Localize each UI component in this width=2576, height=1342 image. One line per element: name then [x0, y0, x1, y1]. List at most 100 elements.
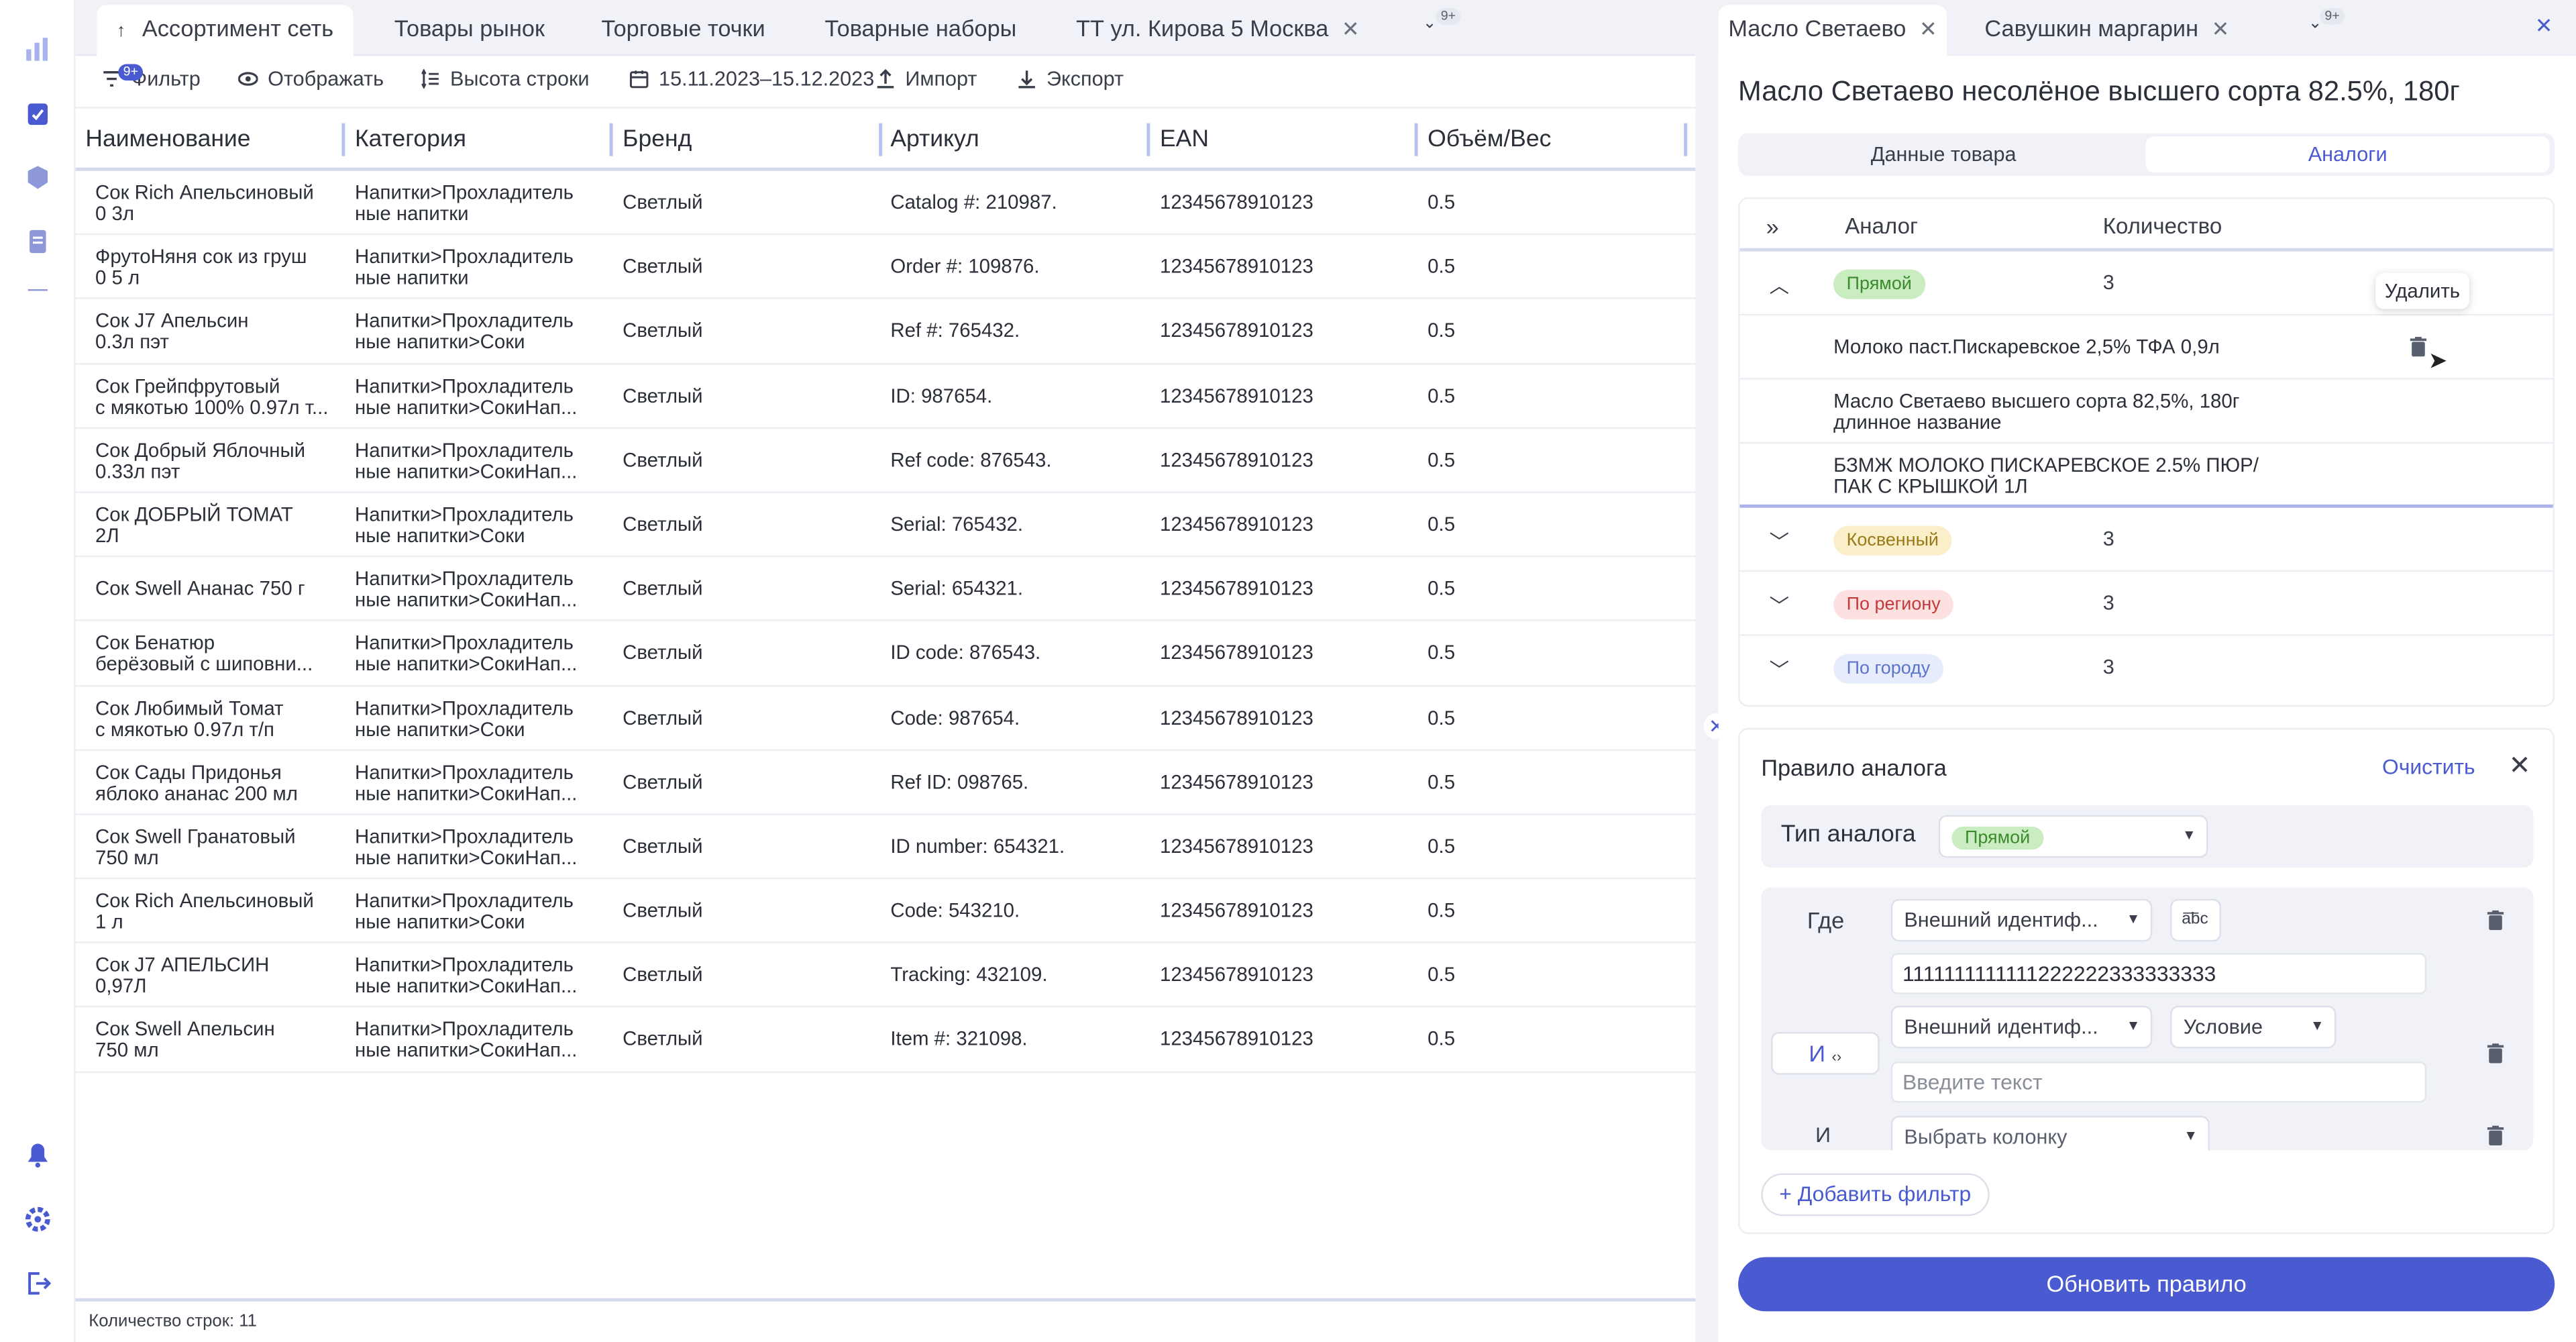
- expand-all-icon[interactable]: »: [1766, 213, 1779, 240]
- trash-icon[interactable]: [2410, 337, 2427, 357]
- cell-ean: 12345678910123: [1160, 256, 1313, 278]
- documents-icon[interactable]: [25, 228, 51, 254]
- table-row[interactable]: Сок ДОБРЫЙ ТОМАТ 2Л Напитки>Прохладитель ны…: [75, 493, 1696, 558]
- tab-outlets[interactable]: Торговые точки: [582, 5, 785, 56]
- date-range-button[interactable]: 15.11.2023–15.12.2023: [629, 67, 874, 91]
- row-height-button[interactable]: Высота строки: [421, 67, 590, 91]
- analog-type-select[interactable]: Прямой ▾: [1938, 815, 2208, 858]
- tab-maslo-svetaevo[interactable]: Масло Светаево ✕: [1718, 5, 1947, 56]
- tab-outlet-kirova[interactable]: ТТ ул. Кирова 5 Москва ✕: [1057, 5, 1379, 56]
- col-header-brand[interactable]: Бренд: [623, 127, 692, 153]
- cell-brand: Светлый: [623, 578, 702, 600]
- close-icon[interactable]: ✕: [2212, 16, 2230, 41]
- chevron-down-icon[interactable]: ﹀: [1770, 527, 1789, 556]
- trash-icon[interactable]: [2487, 910, 2504, 931]
- condition-select[interactable]: Условие ▾: [2170, 1005, 2337, 1049]
- close-icon[interactable]: ✕: [1919, 16, 1937, 41]
- column-resizer[interactable]: [879, 123, 883, 156]
- col-header-article[interactable]: Артикул: [890, 127, 979, 153]
- chevron-up-icon[interactable]: ︿: [1770, 271, 1789, 299]
- table-row[interactable]: Сок Бенатюр берёзовый с шиповни... Напитки…: [75, 621, 1696, 686]
- cell-article-text: ID number: 654321.: [890, 834, 1065, 858]
- table-row[interactable]: Сок Любимый Томат с мякотью 0.97л т/п Напи…: [75, 686, 1696, 751]
- products-icon[interactable]: [25, 164, 51, 191]
- cell-ean-text: 12345678910123: [1159, 319, 1313, 343]
- cell-name-text: яблоко ананас 200 мл: [95, 781, 298, 805]
- analog-item-row[interactable]: БЗМЖ МОЛОКО ПИСКАРЕВСКОЕ 2.5% ПЮР/ПАК С …: [1739, 444, 2553, 508]
- cell-ean: 12345678910123: [1160, 642, 1313, 664]
- cell-article-text: Serial: 654321.: [890, 576, 1024, 601]
- bell-icon[interactable]: [25, 1142, 51, 1168]
- cell-name-text: Сок Грейпфрутовый: [95, 374, 280, 397]
- tab-assortment[interactable]: ↑ Ассортимент сеть: [97, 5, 354, 56]
- tab-savushkin-margarine[interactable]: Савушкин маргарин ✕: [1975, 5, 2239, 56]
- column-resizer[interactable]: [1146, 123, 1150, 156]
- table-row[interactable]: Сок Rich Апельсиновый 0 3л Напитки>Прохлад…: [75, 171, 1696, 236]
- col-header-volume[interactable]: Объём/Вес: [1428, 127, 1551, 153]
- table-row[interactable]: Сок Swell Ананас 750 г Напитки>Прохладите…: [75, 558, 1696, 622]
- tab-product-sets[interactable]: Товарные наборы: [805, 5, 1036, 56]
- tab-market-products[interactable]: Товары рынок: [374, 5, 564, 56]
- and-label: И: [1815, 1122, 1831, 1147]
- assortment-icon[interactable]: [25, 100, 51, 126]
- text-input[interactable]: Введите текст: [1890, 1062, 2427, 1103]
- cell-article-text: Code: 987654.: [890, 705, 1020, 729]
- display-button[interactable]: Отображать: [238, 67, 384, 91]
- table-row[interactable]: Сок Сады Придонья яблоко ананас 200 мл Нап…: [75, 750, 1696, 815]
- trash-icon[interactable]: [2487, 1125, 2504, 1145]
- cell-volume: 0.5: [1428, 513, 1455, 535]
- cell-brand-text: Светлый: [623, 512, 703, 536]
- analog-group-row[interactable]: ﹀ По региону 3: [1739, 572, 2553, 636]
- table-row[interactable]: Сок Добрый Яблочный 0.33л пэт Напитки>Прох…: [75, 429, 1696, 493]
- cell-article-text: Item #: 321098.: [890, 1027, 1028, 1051]
- trash-icon[interactable]: [2487, 1043, 2504, 1064]
- close-icon[interactable]: ✕: [1342, 16, 1360, 41]
- tab-analogs[interactable]: Аналоги: [2145, 136, 2550, 173]
- cell-brand-text: Светлый: [623, 255, 703, 278]
- settings-icon[interactable]: [25, 1206, 51, 1233]
- tab-product-data[interactable]: Данные товара: [1741, 136, 2145, 172]
- table-row[interactable]: Сок Rich Апельсиновый 1 л Напитки>Прохлади…: [75, 879, 1696, 944]
- column-select[interactable]: Внешний идентиф... ▾: [1890, 1005, 2153, 1049]
- analog-item-row[interactable]: Масло Светаево высшего сорта 82,5%, 180г…: [1739, 380, 2553, 444]
- table-row[interactable]: ФрутоНяня сок из груш 0 5 л Напитки>Прохла…: [75, 236, 1696, 300]
- cell-article-text: Tracking: 432109.: [890, 963, 1048, 987]
- column-resizer[interactable]: [341, 123, 345, 156]
- table-row[interactable]: Сок Swell Гранатовый 750 мл Напитки>Прохла…: [75, 815, 1696, 880]
- clear-button[interactable]: Очистить: [2382, 754, 2475, 779]
- chevron-down-icon[interactable]: ﹀: [1770, 592, 1789, 620]
- table-row[interactable]: Сок Swell Апельсин 750 мл Напитки>Прохлади…: [75, 1008, 1696, 1073]
- tabs-overflow-chevron-icon[interactable]: ⌄: [1423, 15, 1437, 33]
- import-button[interactable]: Импорт: [875, 67, 977, 91]
- table-row[interactable]: Сок J7 Апельсин 0.3л пэт Напитки>Прохладит…: [75, 300, 1696, 364]
- cell-brand: Светлый: [623, 449, 702, 471]
- text-match-toggle[interactable]: a͞bc: [2170, 898, 2222, 942]
- analytics-icon[interactable]: [25, 36, 51, 62]
- col-header-ean[interactable]: EAN: [1160, 127, 1209, 153]
- logic-operator-toggle[interactable]: И ‹›: [1771, 1031, 1880, 1075]
- chevron-down-icon[interactable]: ﹀: [1770, 656, 1789, 684]
- filter-button[interactable]: Фильтр: [102, 67, 201, 91]
- cell-category: Напитки>Прохладитель ные напитки>СокиНап.…: [355, 761, 601, 805]
- cell-volume: 0.5: [1428, 835, 1455, 858]
- cell-category-text: Напитки>Прохладитель: [354, 1018, 574, 1041]
- update-rule-button[interactable]: Обновить правило: [1738, 1257, 2555, 1312]
- col-header-name[interactable]: Наименование: [85, 127, 250, 153]
- column-resizer[interactable]: [1414, 123, 1418, 156]
- analog-group-row[interactable]: ﹀ Косвенный 3: [1739, 508, 2553, 572]
- column-select[interactable]: Выбрать колонку ▾: [1890, 1115, 2210, 1151]
- close-all-icon[interactable]: ✕: [2535, 13, 2553, 40]
- table-row[interactable]: Сок Грейпфрутовый с мякотью 100% 0.97л т.…: [75, 364, 1696, 429]
- logout-icon[interactable]: [25, 1270, 51, 1296]
- table-row[interactable]: Сок J7 АПЕЛЬСИН 0,97Л Напитки>Прохладитель…: [75, 943, 1696, 1009]
- close-icon[interactable]: ✕: [2509, 750, 2531, 782]
- add-filter-button[interactable]: + Добавить фильтр: [1761, 1173, 1990, 1217]
- column-select[interactable]: Внешний идентиф... ▾: [1890, 898, 2153, 942]
- value-input[interactable]: 1111111111111222222333333333: [1890, 953, 2427, 994]
- export-button[interactable]: Экспорт: [1017, 67, 1124, 91]
- pane-splitter[interactable]: [1695, 0, 1719, 1342]
- column-resizer[interactable]: [1684, 123, 1688, 156]
- column-resizer[interactable]: [609, 123, 613, 156]
- analog-group-row[interactable]: ﹀ По городу 3: [1739, 636, 2553, 701]
- col-header-category[interactable]: Категория: [355, 127, 466, 153]
